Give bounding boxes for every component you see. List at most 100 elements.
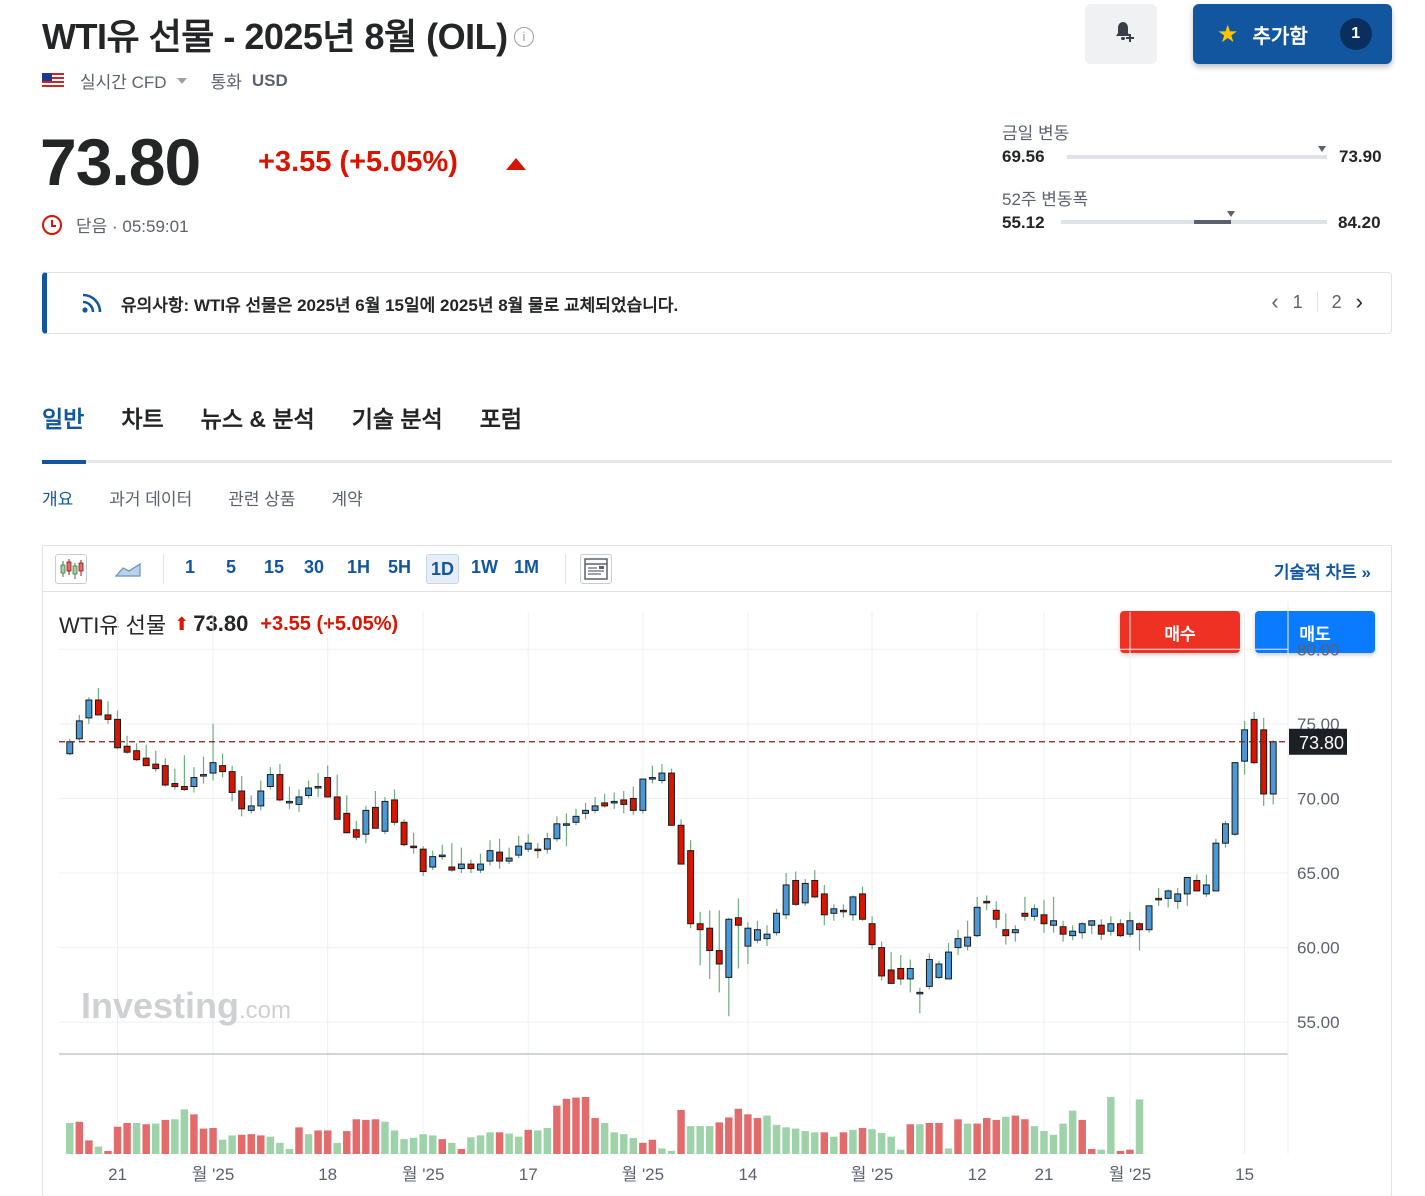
candlestick-chart-icon[interactable] <box>55 554 87 584</box>
volume-bar <box>954 1119 962 1154</box>
interval-30m[interactable]: 30 <box>304 557 324 578</box>
volume-bar <box>457 1149 466 1154</box>
price-change: +3.55 (+5.05%) <box>258 146 458 178</box>
chart-widget: 1 5 15 30 1H 5H 1D 1W 1M 기술적 차트 » WTI유 선… <box>42 545 1392 1196</box>
volume-bar <box>696 1126 704 1154</box>
tab-chart[interactable]: 차트 <box>121 400 163 434</box>
candle-body <box>1088 920 1096 926</box>
pager-current[interactable]: 1 <box>1293 292 1303 313</box>
volume-bar <box>534 1130 542 1154</box>
candle-body <box>133 750 141 761</box>
interval-1h[interactable]: 1H <box>347 557 370 578</box>
price-chart[interactable]: Investing .com 21 월 '25 18 월 '25 17 월 '25 14 월 … <box>43 592 1391 1196</box>
chevron-left-icon[interactable]: ‹ <box>1271 289 1278 315</box>
volume-bar <box>257 1135 265 1154</box>
info-icon[interactable]: i <box>513 27 534 47</box>
volume-bar <box>247 1134 255 1154</box>
interval-15m[interactable]: 15 <box>264 557 284 578</box>
volume-bar <box>123 1123 131 1154</box>
volume-bar <box>877 1132 886 1154</box>
main-tabs: 일반 차트 뉴스 & 분석 기술 분석 포럼 <box>42 400 522 434</box>
tabs-divider <box>42 460 1392 463</box>
volume-bar <box>505 1133 513 1154</box>
chevron-right-icon[interactable]: › <box>1356 289 1363 315</box>
volume-bar <box>1078 1119 1086 1154</box>
table-view-icon[interactable] <box>580 554 612 584</box>
volume-bar <box>1097 1149 1106 1154</box>
x-tick-label: 17 <box>519 1165 538 1184</box>
candle-body <box>983 900 991 904</box>
candle-body <box>505 857 513 862</box>
volume-bar <box>428 1135 437 1154</box>
subtab-summary[interactable]: 개요 <box>42 485 73 510</box>
caret-down-icon[interactable] <box>176 77 187 84</box>
volume-bar <box>811 1132 819 1154</box>
candle-body <box>1193 879 1201 892</box>
candle-body <box>314 786 322 789</box>
volume-bar <box>581 1096 590 1154</box>
interval-5m[interactable]: 5 <box>226 557 236 578</box>
candle-body <box>1011 929 1019 934</box>
candle-body <box>1164 890 1172 899</box>
tab-technical[interactable]: 기술 분석 <box>352 400 443 434</box>
candle-body <box>1155 897 1163 901</box>
volume-bar <box>705 1126 714 1154</box>
volume-bar <box>371 1119 380 1154</box>
volume-bar <box>228 1135 236 1154</box>
volume-bar <box>180 1109 189 1154</box>
week52-range-low: 55.12 <box>1002 213 1045 232</box>
subtab-historical[interactable]: 과거 데이터 <box>109 485 192 510</box>
notice-pager: ‹ 1 2 › <box>1271 289 1363 315</box>
pager-total[interactable]: 2 <box>1332 292 1342 313</box>
volume-bar <box>658 1148 666 1154</box>
candle-body <box>362 809 370 835</box>
volume-bar <box>639 1142 647 1154</box>
candle-body <box>744 927 752 947</box>
candle-body <box>1116 923 1124 937</box>
candle-body <box>648 777 656 780</box>
volume-bar <box>381 1121 389 1154</box>
watermark-brand: Investing <box>81 985 239 1026</box>
volume-bar <box>514 1136 523 1154</box>
chart-toolbar: 1 5 15 30 1H 5H 1D 1W 1M 기술적 차트 » <box>43 546 1391 592</box>
tab-overview[interactable]: 일반 <box>42 400 84 434</box>
volume-bar <box>1040 1131 1048 1154</box>
volume-bar <box>600 1123 609 1154</box>
interval-1m[interactable]: 1 <box>185 557 195 578</box>
candle-body <box>1002 929 1010 937</box>
watchlist-count-badge: 1 <box>1339 18 1372 50</box>
interval-1mo[interactable]: 1M <box>514 557 539 578</box>
interval-5h[interactable]: 5H <box>388 557 411 578</box>
candle-body <box>868 923 876 946</box>
area-chart-icon[interactable] <box>113 554 145 584</box>
interval-1d[interactable]: 1D <box>426 554 460 584</box>
volume-bar <box>782 1127 790 1154</box>
candle-body <box>1202 884 1210 895</box>
subtab-related[interactable]: 관련 상품 <box>228 485 295 510</box>
day-range-low: 69.56 <box>1002 147 1045 166</box>
volume-bar <box>982 1118 991 1154</box>
tab-news[interactable]: 뉴스 & 분석 <box>201 400 315 434</box>
technical-chart-link[interactable]: 기술적 차트 » <box>1274 558 1371 583</box>
alert-bell-button[interactable] <box>1085 4 1157 64</box>
watchlist-add-button[interactable]: ★ 추가함 1 <box>1193 4 1392 64</box>
volume-bar <box>1021 1119 1029 1154</box>
candle-body <box>171 783 179 788</box>
candle-body <box>572 815 580 823</box>
tab-forum[interactable]: 포럼 <box>480 400 522 434</box>
interval-1w[interactable]: 1W <box>471 557 498 578</box>
candle-body <box>209 762 217 774</box>
volume-bar <box>629 1137 638 1154</box>
candle-body <box>123 745 131 753</box>
candle-body <box>839 909 847 913</box>
volume-bar <box>199 1128 208 1154</box>
subtab-contracts[interactable]: 계약 <box>332 485 363 510</box>
market-type[interactable]: 실시간 CFD <box>80 68 167 93</box>
candle-body <box>782 884 790 916</box>
volume-bar <box>113 1126 122 1154</box>
candle-body <box>553 823 561 840</box>
volume-bar <box>944 1148 953 1154</box>
candle-body <box>400 821 408 846</box>
volume-bar <box>333 1142 341 1154</box>
candle-body <box>1050 920 1058 926</box>
